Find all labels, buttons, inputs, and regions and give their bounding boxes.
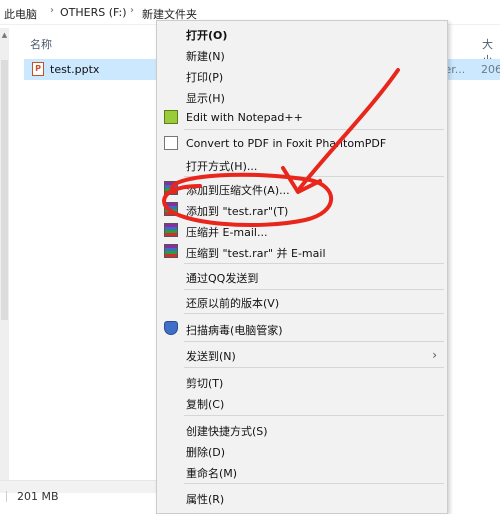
menu-item-open-with[interactable]: 打开方式(H)... [157,154,447,175]
menu-item-label: 删除(D) [186,446,226,459]
menu-item-compress-email[interactable]: 压缩并 E-mail... [157,220,447,241]
status-divider [6,491,7,502]
menu-item-qq-send[interactable]: 通过QQ发送到 [157,266,447,287]
scroll-thumb[interactable] [1,60,8,320]
notepad-plus-plus-icon [164,110,178,124]
menu-item-label: 显示(H) [186,92,225,105]
menu-item-foxit[interactable]: Convert to PDF in Foxit PhantomPDF [157,133,447,154]
menu-item-open[interactable]: 打开(O) [157,23,447,44]
breadcrumb-separator-icon: › [130,5,134,16]
menu-item-show[interactable]: 显示(H) [157,86,447,107]
menu-item-label: 通过QQ发送到 [186,272,259,285]
chevron-right-icon: › [432,348,437,362]
status-size: 201 MB [17,490,59,503]
menu-item-label: Edit with Notepad++ [186,111,303,124]
breadcrumb-drive[interactable]: OTHERS (F:) [60,6,126,19]
winrar-icon [164,202,178,216]
menu-item-label: 创建快捷方式(S) [186,425,268,438]
menu-item-cut[interactable]: 剪切(T) [157,371,447,392]
tencent-shield-icon [164,321,178,335]
winrar-icon [164,181,178,195]
menu-item-notepadpp[interactable]: Edit with Notepad++ [157,107,447,128]
menu-item-label: 发送到(N) [186,350,236,363]
menu-item-label: 压缩到 "test.rar" 并 E-mail [186,247,326,260]
menu-item-create-shortcut[interactable]: 创建快捷方式(S) [157,419,447,440]
winrar-icon [164,244,178,258]
menu-item-label: 新建(N) [186,50,225,63]
menu-item-label: 打开(O) [186,29,228,42]
winrar-icon [164,223,178,237]
menu-item-properties[interactable]: 属性(R) [157,487,447,508]
menu-item-label: 重命名(M) [186,467,238,480]
breadcrumb-separator-icon: › [50,5,54,16]
menu-item-label: 打开方式(H)... [186,160,258,173]
menu-item-print[interactable]: 打印(P) [157,65,447,86]
menu-item-rename[interactable]: 重命名(M) [157,461,447,482]
menu-item-scan-virus[interactable]: 扫描病毒(电脑管家) [157,318,447,339]
powerpoint-file-icon: P [32,62,44,76]
menu-item-label: 剪切(T) [186,377,224,390]
menu-item-label: 压缩并 E-mail... [186,226,268,239]
menu-divider [184,176,444,177]
file-size: 206 [481,63,500,76]
foxit-pdf-icon [164,136,178,150]
menu-item-label: 复制(C) [186,398,225,411]
menu-divider [184,483,444,484]
menu-item-label: 还原以前的版本(V) [186,297,280,310]
menu-item-add-to-rar[interactable]: 添加到 "test.rar"(T) [157,199,447,220]
menu-item-add-to-archive[interactable]: 添加到压缩文件(A)... [157,178,447,199]
menu-divider [184,415,444,416]
menu-item-label: 属性(R) [186,493,225,506]
menu-divider [184,263,444,264]
menu-item-new[interactable]: 新建(N) [157,44,447,65]
column-header-name[interactable]: 名称 [30,36,52,52]
menu-item-label: 添加到压缩文件(A)... [186,184,290,197]
menu-item-delete[interactable]: 删除(D) [157,440,447,461]
menu-item-copy[interactable]: 复制(C) [157,392,447,413]
menu-divider [184,313,444,314]
breadcrumb-this-pc[interactable]: 此电脑 [4,6,37,22]
menu-divider [184,129,444,130]
file-name[interactable]: test.pptx [50,63,99,76]
menu-item-compress-rar-email[interactable]: 压缩到 "test.rar" 并 E-mail [157,241,447,262]
menu-item-label: 扫描病毒(电脑管家) [186,324,283,337]
menu-item-label: Convert to PDF in Foxit PhantomPDF [186,137,387,150]
menu-item-label: 添加到 "test.rar"(T) [186,205,289,218]
menu-divider [184,341,444,342]
menu-item-send-to[interactable]: 发送到(N) › [157,344,447,365]
menu-item-restore-previous[interactable]: 还原以前的版本(V) [157,291,447,312]
context-menu: 打开(O) 新建(N) 打印(P) 显示(H) Edit with Notepa… [156,20,448,514]
menu-divider [184,367,444,368]
menu-item-label: 打印(P) [186,71,224,84]
menu-divider [184,289,444,290]
scroll-up-icon[interactable]: ▲ [0,30,9,40]
